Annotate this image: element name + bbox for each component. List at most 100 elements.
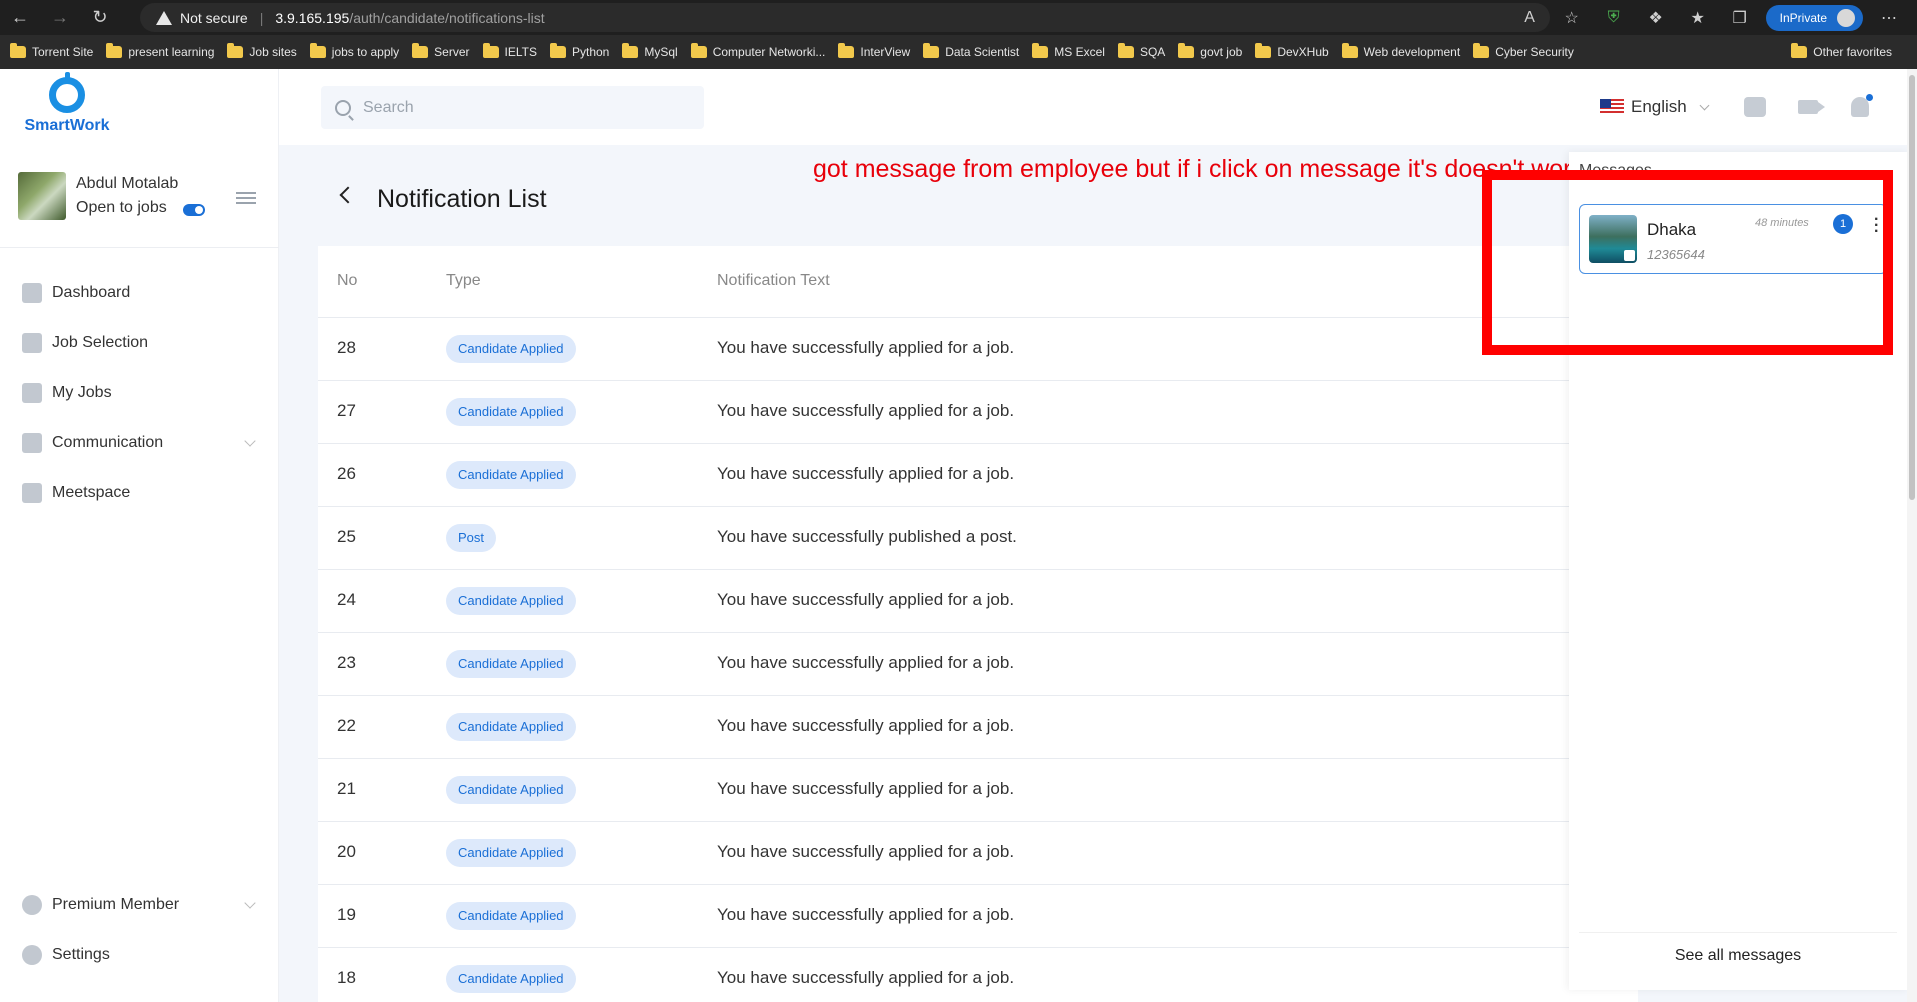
bookmark[interactable]: DevXHub [1255, 43, 1329, 59]
briefcase-icon [22, 333, 42, 353]
folder-icon [923, 43, 940, 58]
message-item[interactable]: Dhaka 12365644 48 minutes 1 · · · [1579, 204, 1887, 274]
folder-icon [690, 43, 707, 58]
bookmark[interactable]: Web development [1341, 43, 1460, 59]
chevron-down-icon [244, 897, 256, 909]
table-row[interactable]: 20 Candidate Applied You have successful… [318, 821, 1638, 884]
more-vertical-icon[interactable]: · · · [1874, 212, 1879, 240]
us-flag-icon [1600, 99, 1624, 115]
see-all-messages-button[interactable]: See all messages [1579, 932, 1897, 978]
messages-panel: Messages Dhaka 12365644 48 minutes 1 · · ·… [1569, 152, 1909, 990]
cell-text: You have successfully applied for a job. [717, 401, 1015, 420]
folder-icon [1032, 43, 1049, 58]
inprivate-button[interactable]: InPrivate [1765, 4, 1863, 31]
type-badge: Candidate Applied [446, 650, 576, 678]
back-icon[interactable]: ← [0, 0, 40, 35]
scrollbar-thumb[interactable] [1909, 75, 1915, 500]
sidebar-item-meetspace[interactable]: Meetspace [22, 478, 262, 508]
cell-no: 21 [337, 779, 356, 798]
profile-avatar-icon [1835, 6, 1857, 29]
cell-text: You have successfully applied for a job. [717, 905, 1015, 924]
bookmark[interactable]: Cyber Security [1473, 43, 1574, 59]
forward-icon[interactable]: → [40, 0, 80, 35]
sidebar-item-communication[interactable]: Communication [22, 428, 262, 458]
notification-table: No Type Notification Text Cr 28 Candidat… [318, 246, 1638, 1002]
bell-icon[interactable] [1851, 94, 1873, 117]
column-header-no: No [337, 272, 358, 289]
table-row[interactable]: 24 Candidate Applied You have successful… [318, 569, 1638, 632]
bookmark-other-favorites[interactable]: Other favorites [1791, 35, 1892, 69]
sidebar-item-my-jobs[interactable]: My Jobs [22, 378, 262, 408]
folder-icon [106, 43, 123, 58]
refresh-icon[interactable]: ↻ [80, 0, 120, 35]
shield-icon[interactable]: ⛨ [1598, 4, 1630, 32]
back-arrow-icon[interactable] [339, 186, 357, 204]
sidebar-item-label: Premium Member [52, 896, 180, 913]
sidebar-item-premium-member[interactable]: Premium Member [22, 890, 262, 920]
table-row[interactable]: 21 Candidate Applied You have successful… [318, 758, 1638, 821]
column-header-text: Notification Text [717, 272, 830, 289]
bookmark[interactable]: Server [412, 43, 470, 59]
cell-no: 22 [337, 716, 356, 735]
bookmark[interactable]: jobs to apply [309, 43, 399, 59]
table-row[interactable]: 23 Candidate Applied You have successful… [318, 632, 1638, 695]
sidebar-item-label: Meetspace [52, 484, 131, 501]
warning-icon [156, 10, 172, 25]
chat-icon[interactable] [1744, 97, 1766, 117]
sidebar-item-job-selection[interactable]: Job Selection [22, 328, 262, 358]
read-aloud-icon[interactable]: A [1514, 4, 1546, 32]
folder-icon [1341, 43, 1358, 58]
video-icon[interactable] [1798, 100, 1825, 114]
bookmark[interactable]: Data Scientist [923, 43, 1019, 59]
bookmark[interactable]: MySql [622, 43, 678, 59]
search-box [321, 86, 704, 129]
menu-icon[interactable] [236, 192, 256, 204]
sidebar-item-dashboard[interactable]: Dashboard [22, 278, 262, 308]
sidebar-item-label: My Jobs [52, 384, 112, 401]
bookmark[interactable]: Job sites [227, 43, 297, 59]
bookmark[interactable]: MS Excel [1032, 43, 1105, 59]
dashboard-icon [22, 283, 42, 303]
search-input[interactable] [363, 98, 683, 117]
bookmark[interactable]: IELTS [482, 43, 537, 59]
inprivate-label: InPrivate [1779, 10, 1827, 25]
logo[interactable]: SmartWork [17, 72, 117, 137]
sidebar-item-settings[interactable]: Settings [22, 940, 262, 970]
bookmark[interactable]: present learning [106, 43, 214, 59]
cell-text: You have successfully applied for a job. [717, 842, 1015, 861]
type-badge: Candidate Applied [446, 965, 576, 993]
url-separator: | [259, 9, 264, 26]
language-selector[interactable]: English [1600, 95, 1710, 119]
table-row[interactable]: 18 Candidate Applied You have successful… [318, 947, 1638, 1002]
favorite-add-icon[interactable]: ☆ [1556, 4, 1588, 32]
table-row[interactable]: 19 Candidate Applied You have successful… [318, 884, 1638, 947]
browser-toolbar: ← → ↻ Not secure | 3.9.165.195 /auth/can… [0, 0, 1917, 35]
folder-icon [1791, 43, 1808, 58]
table-row[interactable]: 26 Candidate Applied You have successful… [318, 443, 1638, 506]
collections-icon[interactable]: ❐ [1724, 4, 1756, 32]
address-bar[interactable]: Not secure | 3.9.165.195 /auth/candidate… [140, 3, 1550, 32]
message-preview: 12365644 [1647, 247, 1705, 262]
folder-icon [10, 43, 26, 58]
folder-icon [1255, 43, 1272, 58]
table-row[interactable]: 28 Candidate Applied You have successful… [318, 317, 1638, 380]
bookmark[interactable]: SQA [1117, 43, 1165, 59]
table-row[interactable]: 25 Post You have successfully published … [318, 506, 1638, 569]
extensions-icon[interactable]: ❖ [1640, 4, 1672, 32]
url-host: 3.9.165.195 [275, 9, 350, 26]
favorites-icon[interactable]: ★ [1682, 4, 1714, 32]
bookmark[interactable]: Python [549, 43, 609, 59]
message-time: 48 minutes [1755, 217, 1809, 229]
type-badge: Candidate Applied [446, 335, 576, 363]
bookmark[interactable]: govt job [1178, 43, 1242, 59]
messages-header: Messages [1579, 162, 1652, 179]
url-path: /auth/candidate/notifications-list [349, 9, 545, 26]
bookmark[interactable]: Torrent Site [10, 43, 93, 59]
profile-card: Abdul Motalab Open to jobs [18, 172, 263, 222]
more-icon[interactable]: ⋯ [1873, 4, 1905, 32]
bookmark[interactable]: InterView [838, 43, 910, 59]
table-row[interactable]: 27 Candidate Applied You have successful… [318, 380, 1638, 443]
bookmark[interactable]: Computer Networki... [690, 43, 825, 59]
open-to-jobs-toggle[interactable] [183, 204, 205, 216]
table-row[interactable]: 22 Candidate Applied You have successful… [318, 695, 1638, 758]
